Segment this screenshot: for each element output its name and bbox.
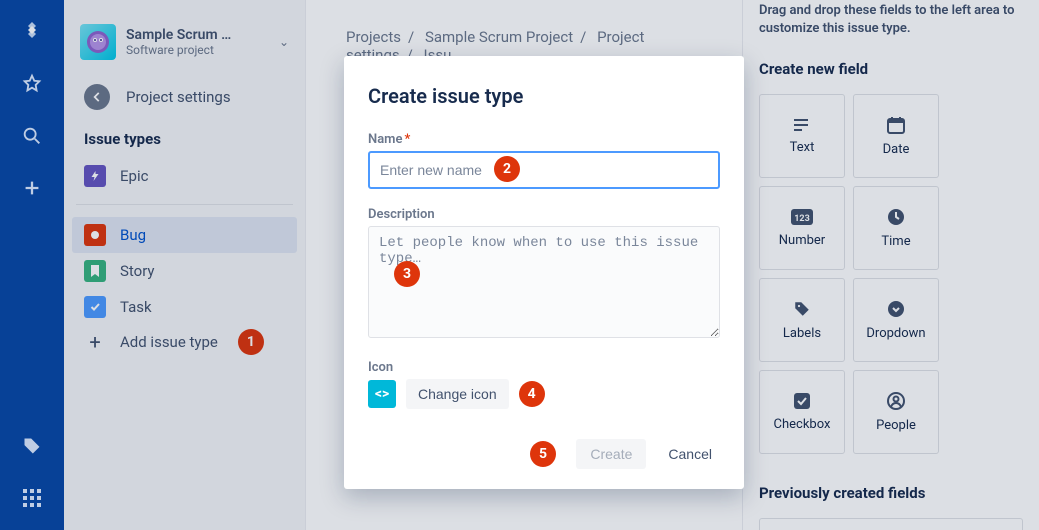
create-button[interactable]: Create <box>576 439 646 469</box>
description-label: Description <box>368 207 720 222</box>
icon-label: Icon <box>368 360 720 375</box>
step-marker-5: 5 <box>530 441 556 467</box>
cancel-button[interactable]: Cancel <box>660 439 720 469</box>
dialog-title: Create issue type <box>368 84 720 108</box>
change-icon-button[interactable]: Change icon <box>406 379 509 409</box>
description-input[interactable] <box>368 226 720 338</box>
step-marker-3: 3 <box>394 261 420 287</box>
name-input[interactable] <box>368 151 720 189</box>
create-issue-type-dialog: Create issue type Name* 2 Description 3 … <box>344 56 744 489</box>
step-marker-4: 4 <box>519 381 545 407</box>
issue-type-icon-preview: <> <box>368 380 396 408</box>
name-label: Name* <box>368 132 720 147</box>
step-marker-2: 2 <box>494 156 520 182</box>
